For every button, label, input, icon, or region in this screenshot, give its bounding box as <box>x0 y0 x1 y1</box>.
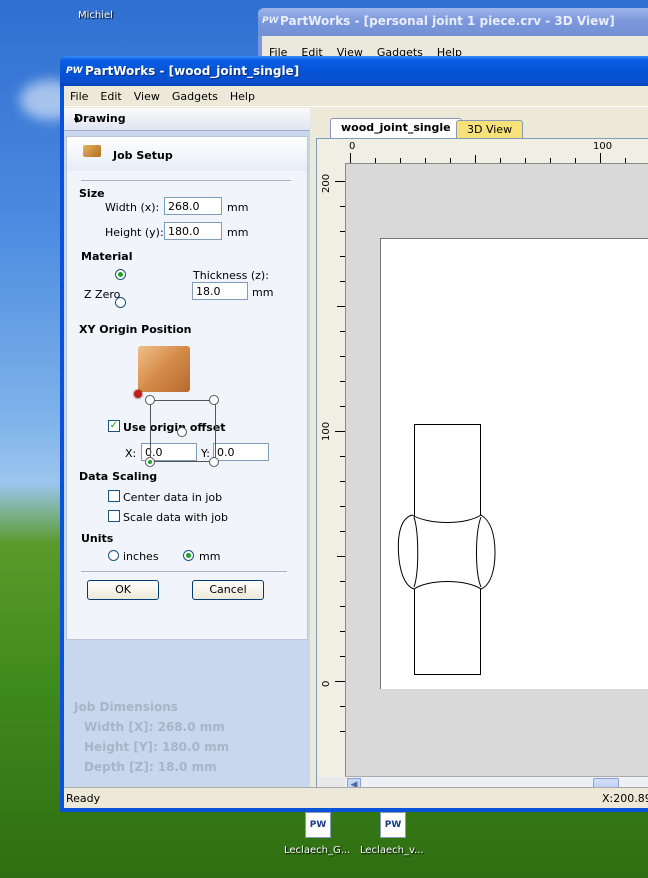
ruler-v-label: 0 <box>321 680 332 687</box>
origin-center-radio[interactable] <box>177 427 187 437</box>
job-dimensions-title: Job Dimensions <box>74 700 178 714</box>
status-text: Ready <box>66 792 101 805</box>
ruler-v-label: 200 <box>321 173 332 193</box>
width-label: Width (x): <box>105 201 160 214</box>
material-preview-icon <box>138 346 190 392</box>
main-window-client: File Edit View Gadgets Help Drawing ⬧ Job Se… <box>64 86 648 808</box>
main-window: PW PartWorks - [wood_joint_single] File E… <box>60 56 648 812</box>
menubar: File Edit View Gadgets Help <box>64 86 648 107</box>
thickness-input[interactable]: 18.0 <box>192 282 248 300</box>
divider <box>81 180 291 181</box>
ok-button[interactable]: OK <box>87 580 159 600</box>
z-zero-marker-icon <box>134 390 142 398</box>
menu-file[interactable]: File <box>64 86 94 103</box>
ruler-corner <box>317 139 346 164</box>
thickness-label: Thickness (z): <box>193 269 269 282</box>
use-origin-offset-checkbox[interactable]: ✓ <box>108 420 120 432</box>
drawing-panel: Drawing ⬧ Job Setup Size Width (x): 268.… <box>64 108 310 798</box>
origin-bottom-left-radio[interactable] <box>145 457 155 467</box>
units-mm-label: mm <box>199 550 221 563</box>
origin-top-right-radio[interactable] <box>209 395 219 405</box>
desktop-icon-label[interactable]: Leclaech_G... <box>284 845 350 856</box>
height-input[interactable]: 180.0 <box>164 222 222 240</box>
desktop-file-icon[interactable]: PW <box>380 812 406 838</box>
background-window-titlebar[interactable]: PW PartWorks - [personal joint 1 piece.c… <box>258 8 648 36</box>
status-bar: Ready X:200.89 <box>64 787 648 808</box>
pin-icon[interactable]: ⬧ <box>74 112 304 126</box>
cursor-coordinates: X:200.89 <box>602 792 648 805</box>
menu-view[interactable]: View <box>128 86 166 103</box>
desktop-file-icon[interactable]: PW <box>305 812 331 838</box>
horizontal-ruler: 0 100 <box>345 139 648 164</box>
background-window-title: PartWorks - [personal joint 1 piece.crv … <box>280 14 615 28</box>
width-input[interactable]: 268.0 <box>164 197 222 215</box>
xy-origin-diagram <box>145 395 219 467</box>
ruler-h-label: 0 <box>349 141 356 152</box>
ruler-h-label: 100 <box>593 141 613 152</box>
width-unit: mm <box>227 201 249 214</box>
joint-drawing[interactable] <box>381 239 648 689</box>
scale-data-checkbox[interactable] <box>108 510 120 522</box>
thickness-unit: mm <box>252 286 274 299</box>
vertical-ruler-ticks <box>335 181 345 732</box>
units-inches-radio[interactable] <box>108 550 119 561</box>
height-label: Height (y): <box>105 226 164 239</box>
size-heading: Size <box>79 187 105 200</box>
tab-wood-joint-single[interactable]: wood_joint_single <box>330 118 462 138</box>
drawing-panel-header: Drawing ⬧ <box>64 108 310 131</box>
origin-x-label: X: <box>125 447 137 460</box>
ruler-v-label: 100 <box>321 421 332 441</box>
data-scaling-heading: Data Scaling <box>79 470 158 483</box>
height-unit: mm <box>227 226 249 239</box>
z-zero-top-radio[interactable] <box>115 269 126 280</box>
vertical-ruler: 200 100 0 <box>317 163 346 777</box>
scale-data-label: Scale data with job <box>123 511 228 524</box>
center-data-label: Center data in job <box>123 491 223 504</box>
z-zero-bottom-radio[interactable] <box>115 297 126 308</box>
units-heading: Units <box>81 532 114 545</box>
origin-top-left-radio[interactable] <box>145 395 155 405</box>
material-heading: Material <box>81 250 133 263</box>
desktop-icon-label[interactable]: Leclaech_v... <box>360 845 424 856</box>
job-dimension-width: Width [X]: 268.0 mm <box>84 720 225 734</box>
desktop: Michiel PW PartWorks - [personal joint 1… <box>0 0 648 878</box>
app-logo-icon: PW <box>262 16 279 26</box>
drawing-view[interactable]: 0 100 200 100 0 ◀ <box>316 138 648 796</box>
main-window-titlebar[interactable]: PW PartWorks - [wood_joint_single] <box>60 56 648 86</box>
xy-origin-heading: XY Origin Position <box>79 323 192 336</box>
units-mm-radio[interactable] <box>183 550 194 561</box>
desktop-user-label: Michiel <box>78 10 113 21</box>
job-dimension-height: Height [Y]: 180.0 mm <box>84 740 230 754</box>
job-setup-title: Job Setup <box>113 149 173 162</box>
drawing-canvas[interactable] <box>346 164 648 777</box>
view-tabs: wood_joint_single 3D View <box>316 116 648 138</box>
job-dimension-depth: Depth [Z]: 18.0 mm <box>84 760 217 774</box>
menu-edit[interactable]: Edit <box>94 86 127 103</box>
menu-gadgets[interactable]: Gadgets <box>166 86 224 103</box>
origin-y-input[interactable]: 0.0 <box>213 443 269 461</box>
divider <box>81 571 287 572</box>
origin-bottom-right-radio[interactable] <box>209 457 219 467</box>
material-block-icon <box>83 145 101 157</box>
center-data-checkbox[interactable] <box>108 490 120 502</box>
cancel-button[interactable]: Cancel <box>192 580 264 600</box>
units-inches-label: inches <box>123 550 159 563</box>
app-logo-icon: PW <box>66 66 83 76</box>
job-setup-header: Job Setup <box>67 137 307 171</box>
menu-help[interactable]: Help <box>224 86 261 103</box>
job-sheet <box>380 238 648 689</box>
tab-3d-view[interactable]: 3D View <box>456 120 524 138</box>
main-window-title: PartWorks - [wood_joint_single] <box>85 64 300 78</box>
